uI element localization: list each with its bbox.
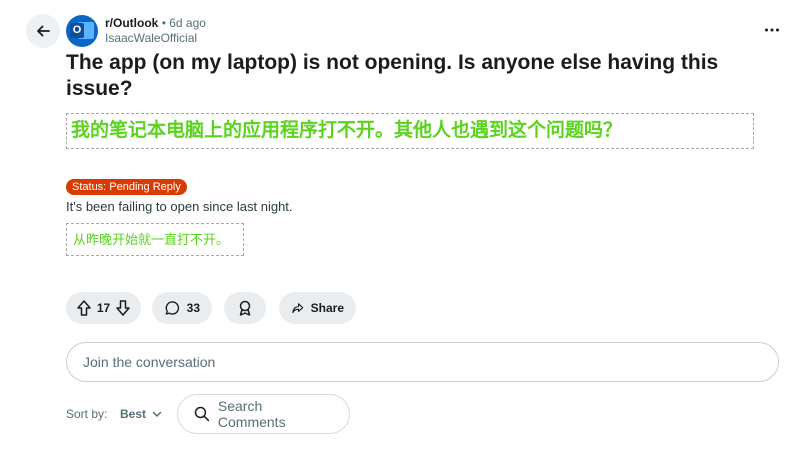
search-comments-input[interactable]: Search Comments [177, 394, 350, 434]
sort-dropdown[interactable]: Best [114, 400, 168, 428]
share-label: Share [310, 301, 344, 315]
outlook-icon-letter: O [70, 23, 84, 38]
back-button[interactable] [26, 14, 60, 48]
subreddit-link[interactable]: r/Outlook [105, 16, 158, 30]
subreddit-avatar[interactable]: O [66, 15, 98, 47]
more-options-button[interactable] [760, 18, 784, 42]
post-meta: r/Outlook • 6d ago IsaacWaleOfficial [105, 16, 206, 45]
meta-separator: • [161, 16, 166, 30]
status-flair[interactable]: Status: Pending Reply [66, 179, 187, 195]
upvote-icon [77, 300, 91, 316]
comment-count: 33 [186, 301, 200, 315]
post-time: 6d ago [169, 16, 206, 30]
share-icon [292, 303, 304, 314]
chevron-down-icon [152, 411, 162, 417]
vote-bar: 17 [66, 292, 141, 324]
join-conversation-input[interactable] [66, 342, 779, 382]
award-button[interactable] [224, 292, 266, 324]
more-icon [765, 28, 779, 32]
share-button[interactable]: Share [279, 292, 356, 324]
search-icon [194, 406, 210, 422]
downvote-button[interactable] [114, 299, 132, 317]
body-translation: 从昨晚开始就一直打不开。 [66, 223, 244, 256]
post-title: The app (on my laptop) is not opening. I… [66, 51, 719, 100]
downvote-icon [116, 300, 130, 316]
comments-button[interactable]: 33 [152, 292, 212, 324]
vote-count: 17 [96, 301, 111, 315]
search-comments-placeholder: Search Comments [217, 398, 286, 430]
sort-value: Best [120, 407, 147, 421]
comment-icon [165, 301, 180, 315]
award-icon [239, 300, 251, 316]
sort-label: Sort by: [66, 407, 108, 421]
upvote-button[interactable] [75, 299, 93, 317]
post-body: It's been failing to open since last nig… [66, 199, 293, 214]
title-translation: 我的笔记本电脑上的应用程序打不开。其他人也遇到这个问题吗？ [66, 113, 754, 149]
author-link[interactable]: IsaacWaleOfficial [105, 31, 206, 45]
arrow-left-icon [37, 25, 50, 37]
